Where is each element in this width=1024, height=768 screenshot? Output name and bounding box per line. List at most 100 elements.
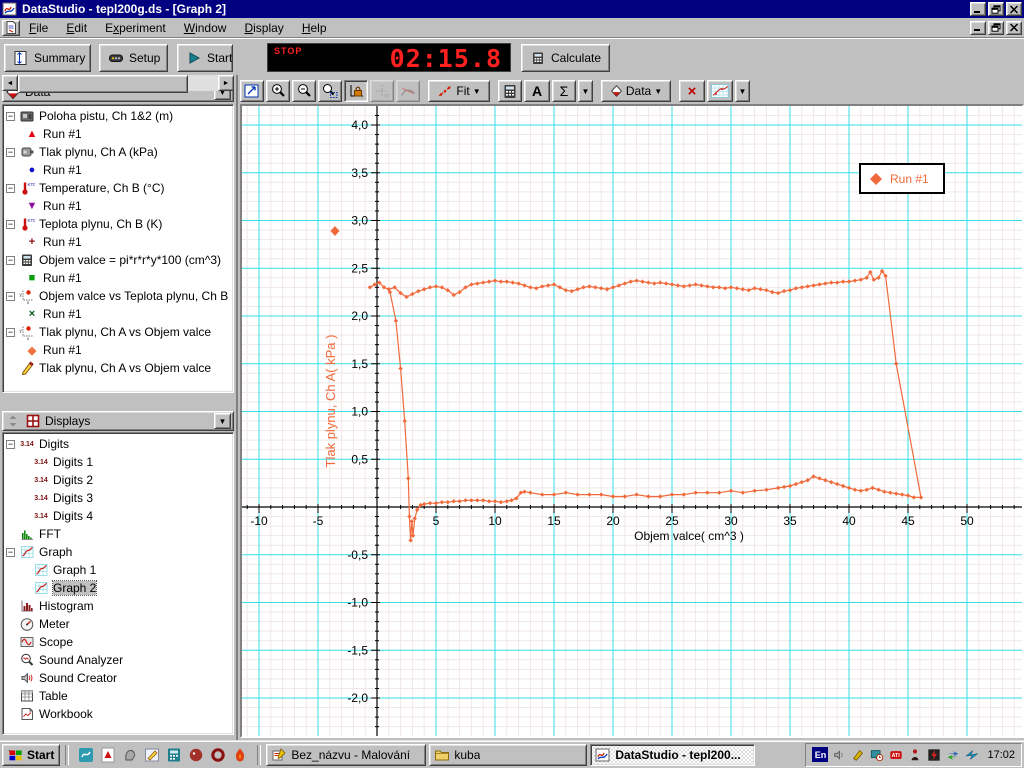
statistics-button[interactable]: Σ [552,80,576,102]
run-item[interactable]: × Run #1 [3,305,233,323]
expander-icon[interactable]: − [6,147,15,157]
tray-icon-ati[interactable]: ATI [888,747,904,763]
title-bar[interactable]: DataStudio - tepl200g.ds - [Graph 2] [0,0,1024,18]
data-tree-item[interactable]: − Poloha pistu, Ch 1&2 (m) [3,107,233,125]
display-tree-item[interactable]: Sound Creator [3,669,233,687]
quicklaunch-icon-6[interactable] [187,746,205,764]
display-child-item[interactable]: 3.14 Digits 4 [3,507,233,525]
data-series-run1[interactable] [369,269,922,541]
tray-icon-scheduler[interactable] [869,747,885,763]
calculate-button[interactable]: Calculate [521,44,610,72]
text-tool-button[interactable]: A [524,80,550,102]
quicklaunch-icon-8[interactable] [231,746,249,764]
display-tree-item[interactable]: Histogram [3,597,233,615]
data-tree-item[interactable]: Tlak plynu, Ch A vs Objem valce [3,359,233,377]
run-item[interactable]: ▲ Run #1 [3,125,233,143]
taskbar-clock[interactable]: 17:02 [987,749,1015,761]
display-tree-item[interactable]: Workbook [3,705,233,723]
zoom-select-button[interactable] [318,80,342,102]
display-tree-item[interactable]: FFT [3,525,233,543]
volume-icon[interactable] [831,747,847,763]
scroll-thumb[interactable] [18,75,188,93]
close-button[interactable] [1006,2,1022,16]
quicklaunch-icon-3[interactable] [121,746,139,764]
fit-dropdown[interactable]: Fit ▼ [428,80,490,102]
display-tree-item[interactable]: Table [3,687,233,705]
graph-settings-arrow[interactable]: ▼ [735,80,750,102]
displays-panel-header[interactable]: Displays ▼ [2,411,234,431]
grip-icon[interactable] [5,413,21,429]
graph-display[interactable]: -10 -5 5 10 15 20 25 30 35 40 45 50 4,0 3,5 3,0 2,5 2,0 1… [240,104,1024,738]
expander-icon[interactable]: − [6,183,15,193]
quicklaunch-icon-1[interactable] [77,746,95,764]
display-child-item[interactable]: Graph 2 [3,579,233,597]
expander-icon[interactable]: − [6,439,15,449]
delete-button[interactable]: × [679,80,705,102]
smart-tool-button[interactable]: xy [370,80,394,102]
display-tree-item[interactable]: Meter [3,615,233,633]
document-icon[interactable] [2,19,20,36]
menu-help[interactable]: Help [293,19,336,37]
quicklaunch-icon-4[interactable] [143,746,161,764]
graph-calculate-button[interactable] [498,80,522,102]
quicklaunch-icon-5[interactable] [165,746,183,764]
display-child-item[interactable]: 3.14 Digits 1 [3,453,233,471]
scroll-right-icon[interactable]: ► [218,75,234,91]
menu-experiment[interactable]: Experiment [96,19,175,37]
start-menu-button[interactable]: Start [2,743,61,766]
menu-file[interactable]: File [20,19,57,37]
zoom-in-button[interactable] [266,80,290,102]
data-tree-item[interactable]: − Tlak plynu, Ch A (kPa) [3,143,233,161]
data-tree-item[interactable]: − KTDTemperature, Ch B (°C) [3,179,233,197]
setup-button[interactable]: Setup [99,44,168,72]
restore-button[interactable] [988,2,1004,16]
displays-dropdown-arrow[interactable]: ▼ [214,413,231,429]
run-item[interactable]: ● Run #1 [3,161,233,179]
data-tree-item[interactable]: − y x Tlak plynu, Ch A vs Objem valce [3,323,233,341]
minimize-button[interactable] [970,2,986,16]
child-minimize-button[interactable] [970,20,986,35]
task-folder-kuba[interactable]: kuba [429,743,588,766]
slope-tool-button[interactable] [396,80,420,102]
start-button[interactable]: Start [177,44,233,72]
expander-icon[interactable]: − [6,547,15,557]
child-close-button[interactable] [1006,20,1022,35]
tray-icon-connection[interactable] [964,747,980,763]
display-child-item[interactable]: 3.14 Digits 2 [3,471,233,489]
display-tree-item[interactable]: −3.14 Digits [3,435,233,453]
run-item[interactable]: ■ Run #1 [3,269,233,287]
tray-icon-pen[interactable] [850,747,866,763]
scroll-left-icon[interactable]: ◄ [2,75,18,91]
task-paint[interactable]: Bez_názvu - Malování [266,743,427,766]
quicklaunch-icon-2[interactable] [99,746,117,764]
data-hscrollbar[interactable]: ◄ ► [2,75,234,93]
summary-button[interactable]: Summary [4,44,91,72]
run-item[interactable]: ▼ Run #1 [3,197,233,215]
lock-axes-button[interactable] [344,80,368,102]
menu-window[interactable]: Window [175,19,236,37]
run-item[interactable]: ◆ Run #1 [3,341,233,359]
expander-icon[interactable]: − [6,111,15,121]
tray-icon-red-figure[interactable] [907,747,923,763]
data-tree-item[interactable]: − y x Objem valce vs Teplota plynu, Ch B [3,287,233,305]
quicklaunch-icon-7[interactable] [209,746,227,764]
scale-to-fit-button[interactable] [240,80,264,102]
zoom-out-button[interactable] [292,80,316,102]
graph-settings-button[interactable] [707,80,733,102]
data-tree-item[interactable]: − KTDTeplota plynu, Ch B (K) [3,215,233,233]
display-tree-item[interactable]: − Graph [3,543,233,561]
language-indicator[interactable]: En [812,747,829,762]
menu-display[interactable]: Display [235,19,292,37]
display-child-item[interactable]: Graph 1 [3,561,233,579]
expander-icon[interactable]: − [6,291,15,301]
expander-icon[interactable]: − [6,219,15,229]
statistics-arrow[interactable]: ▼ [578,80,593,102]
expander-icon[interactable]: − [6,327,15,337]
task-datastudio[interactable]: DataStudio - tepl200... [590,743,756,766]
display-child-item[interactable]: 3.14 Digits 3 [3,489,233,507]
tray-icon-network[interactable] [945,747,961,763]
data-tree-item[interactable]: − Objem valce = pi*r*r*y*100 (cm^3) [3,251,233,269]
tray-icon-power[interactable] [926,747,942,763]
display-tree-item[interactable]: Scope [3,633,233,651]
run-item[interactable]: + Run #1 [3,233,233,251]
